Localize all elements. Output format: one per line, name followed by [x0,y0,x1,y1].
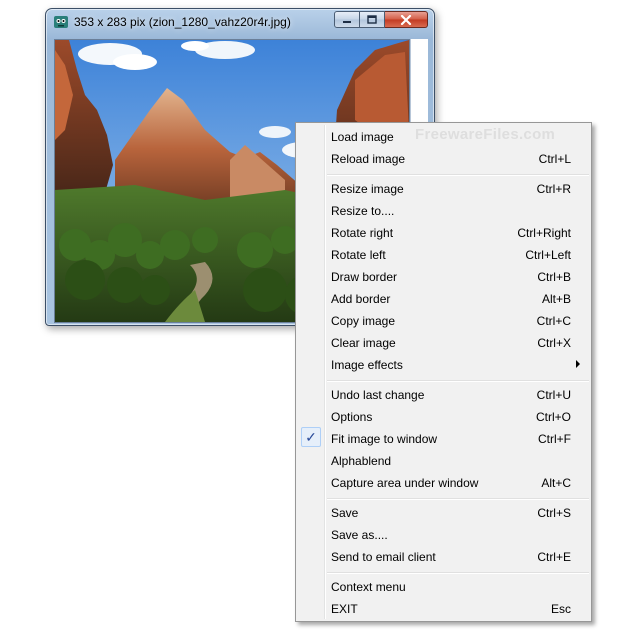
menu-item-options[interactable]: Options Ctrl+O [298,405,589,427]
menu-item-resize-to[interactable]: Resize to.... [298,199,589,221]
menu-item-shortcut: Ctrl+R [536,182,571,196]
menu-item-shortcut: Ctrl+S [537,506,571,520]
menu-item-label: Image effects [331,358,403,372]
menu-item-exit[interactable]: EXIT Esc [298,597,589,619]
menu-item-shortcut: Alt+C [541,476,571,490]
menu-item-label: Rotate left [331,248,386,262]
menu-item-shortcut: Ctrl+X [537,336,571,350]
menu-separator [327,498,589,500]
menu-item-label: Load image [331,130,394,144]
menu-separator [327,380,589,382]
menu-item-label: Reload image [331,152,406,166]
menu-item-context-menu[interactable]: Context menu [298,575,589,597]
app-monkey-icon [54,16,68,28]
menu-item-shortcut: Ctrl+O [535,410,571,424]
menu-separator [327,572,589,574]
menu-item-rotate-left[interactable]: Rotate left Ctrl+Left [298,243,589,265]
menu-item-shortcut: Ctrl+B [537,270,571,284]
close-icon [400,14,412,25]
menu-item-alphablend[interactable]: Alphablend [298,449,589,471]
menu-item-label: Save [331,506,359,520]
maximize-button[interactable] [360,11,385,28]
menu-item-label: Save as.... [331,528,388,542]
caption-buttons [334,11,428,28]
menu-item-label: Resize image [331,182,404,196]
menu-item-copy-image[interactable]: Copy image Ctrl+C [298,309,589,331]
menu-item-label: Copy image [331,314,396,328]
minimize-icon [343,20,351,23]
menu-item-label: Options [331,410,373,424]
menu-item-undo-last-change[interactable]: Undo last change Ctrl+U [298,383,589,405]
menu-item-label: Capture area under window [331,476,479,490]
menu-item-label: Send to email client [331,550,436,564]
menu-item-draw-border[interactable]: Draw border Ctrl+B [298,265,589,287]
menu-item-send-to-email[interactable]: Send to email client Ctrl+E [298,545,589,567]
checkmark-icon: ✓ [301,427,321,447]
menu-item-label: Context menu [331,580,406,594]
menu-item-shortcut: Ctrl+U [536,388,571,402]
submenu-arrow-icon [576,360,580,368]
menu-item-label: Rotate right [331,226,394,240]
menu-item-save-as[interactable]: Save as.... [298,523,589,545]
menu-item-resize-image[interactable]: Resize image Ctrl+R [298,177,589,199]
menu-item-label: Fit image to window [331,432,438,446]
menu-item-shortcut: Ctrl+Left [525,248,571,262]
menu-item-label: Undo last change [331,388,425,402]
menu-item-reload-image[interactable]: Reload image Ctrl+L [298,147,589,169]
menu-item-label: Add border [331,292,391,306]
menu-item-load-image[interactable]: Load image [298,125,589,147]
menu-item-label: EXIT [331,602,358,616]
menu-item-label: Resize to.... [331,204,395,218]
title-bar[interactable]: 353 x 283 pix (zion_1280_vahz20r4r.jpg) [46,9,434,35]
menu-item-label: Alphablend [331,454,392,468]
menu-item-save[interactable]: Save Ctrl+S [298,501,589,523]
menu-item-label: Clear image [331,336,396,350]
window-title: 353 x 283 pix (zion_1280_vahz20r4r.jpg) [74,15,291,29]
menu-item-clear-image[interactable]: Clear image Ctrl+X [298,331,589,353]
menu-item-add-border[interactable]: Add border Alt+B [298,287,589,309]
menu-item-shortcut: Ctrl+C [536,314,571,328]
menu-item-shortcut: Ctrl+F [538,432,571,446]
menu-item-label: Draw border [331,270,398,284]
menu-item-shortcut: Ctrl+E [537,550,571,564]
menu-item-shortcut: Alt+B [541,292,571,306]
menu-separator [327,174,589,176]
minimize-button[interactable] [334,11,360,28]
menu-item-shortcut: Ctrl+Right [517,226,571,240]
menu-item-shortcut: Ctrl+L [538,152,571,166]
menu-item-capture-area[interactable]: Capture area under window Alt+C [298,471,589,493]
menu-item-rotate-right[interactable]: Rotate right Ctrl+Right [298,221,589,243]
menu-item-fit-image-to-window[interactable]: ✓ Fit image to window Ctrl+F [298,427,589,449]
menu-item-image-effects[interactable]: Image effects [298,353,589,375]
context-menu: FreewareFiles.com Load image Reload imag… [295,122,592,622]
menu-item-shortcut: Esc [550,602,571,616]
close-button[interactable] [385,11,428,28]
maximize-icon [367,15,377,24]
